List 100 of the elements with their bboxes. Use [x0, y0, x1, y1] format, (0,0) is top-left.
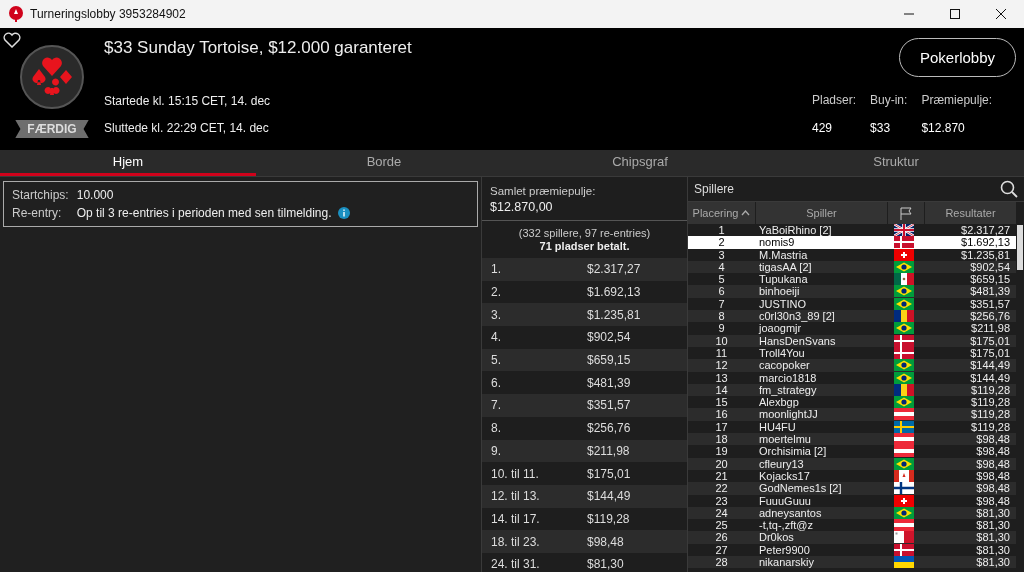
scrollbar-thumb[interactable]	[1017, 225, 1023, 270]
player-name: cacopoker	[758, 359, 811, 372]
stat-value: $12.870	[921, 121, 966, 135]
tab[interactable]: Chipsgraf	[512, 150, 768, 176]
result-cell-text: $351,57	[969, 297, 1010, 311]
result-cell-text: $98,48	[975, 457, 1010, 470]
flag-icon	[894, 519, 914, 532]
card-suits-logo	[19, 44, 85, 110]
players-summary: (332 spillere, 97 re-entries)	[518, 227, 651, 239]
stat-label: Buy-in:	[870, 93, 908, 107]
rank-cell-text: 12	[714, 359, 729, 372]
start-time: Startede kl. 15:15 CET, 14. dec	[104, 94, 271, 108]
flag-icon	[894, 285, 914, 298]
info-icon[interactable]	[337, 207, 350, 219]
rank-cell-text: 21	[714, 469, 729, 483]
stat-value: $33	[870, 121, 892, 135]
result-cell-text: $144,49	[969, 371, 1010, 384]
result-cell-text: $81,30	[975, 556, 1010, 569]
player-name: Tupukana	[758, 273, 809, 286]
flag-icon	[894, 396, 914, 409]
player-row[interactable]: 16 moonlightJJ $119,28	[688, 408, 1016, 421]
rank-cell-text: 5	[717, 273, 726, 286]
player-row[interactable]: 12 cacopoker $144,49	[688, 359, 1016, 372]
pokerlobby-button[interactable]: Pokerlobby	[898, 38, 1016, 77]
column-header[interactable]: Spiller	[756, 202, 887, 224]
player-row[interactable]: 18 moertelmu $98,48	[688, 433, 1016, 446]
tab[interactable]: Struktur	[768, 150, 1024, 176]
result-cell-text: $81,30	[975, 543, 1010, 556]
player-name: M.Mastria	[758, 248, 809, 261]
rank-cell-text: 8	[717, 310, 726, 323]
player-name: Alexbgp	[758, 396, 800, 409]
prize-amount: $1.235,81	[587, 307, 642, 322]
player-name: JUSTINO	[758, 297, 808, 311]
prize-place: 6.	[491, 375, 502, 390]
rank-cell-text: 25	[714, 519, 729, 532]
player-row[interactable]: 6 binhoeiji $481,39	[688, 285, 1016, 298]
result-cell-text: $1.692,13	[960, 236, 1010, 249]
result-cell-text: $902,54	[970, 260, 1010, 274]
result-cell-text: $119,28	[970, 420, 1010, 434]
prize-amount: $351,57	[587, 398, 632, 413]
rank-cell-text: 11	[714, 346, 729, 360]
prize-place: 7.	[491, 398, 502, 413]
prize-amount: $481,39	[587, 375, 632, 390]
rank-cell-text: 17	[714, 420, 729, 434]
rank-cell-text: 18	[714, 433, 729, 446]
player-name: c0rl30n3_89 [2]	[758, 310, 836, 323]
column-header[interactable]: Resultater	[925, 202, 1016, 224]
rank-cell-text: 9	[717, 322, 726, 335]
prize-place: 5.	[491, 353, 502, 368]
player-name: nikanarskiy	[758, 556, 816, 569]
flag-icon	[894, 531, 914, 544]
rank-cell-text: 7	[717, 297, 726, 311]
result-cell-text: $81,30	[975, 531, 1010, 544]
player-name: HU4FU	[758, 420, 797, 434]
prize-place: 9.	[491, 443, 502, 458]
result-cell-text: $659,15	[969, 273, 1010, 286]
flag-icon	[894, 322, 914, 335]
rank-cell-text: 23	[714, 494, 729, 507]
maximize-icon	[950, 9, 960, 19]
player-name: YaBoiRhino [2]	[758, 224, 833, 237]
column-header[interactable]: Placering	[688, 202, 755, 224]
player-row[interactable]: 22 GodNemes1s [2] $98,48	[688, 482, 1016, 495]
rank-cell-text: 3	[717, 248, 726, 261]
tournament-title: $33 Sunday Tortoise, $12.000 garanteret	[104, 38, 413, 58]
prize-amount: $81,30	[587, 557, 625, 572]
result-cell-text: $481,39	[969, 285, 1010, 298]
result-cell-text: $119,28	[971, 383, 1010, 397]
flag-icon	[894, 383, 914, 396]
flag-icon	[894, 310, 914, 323]
prize-amount: $1.692,13	[587, 285, 642, 300]
window-title: Turneringslobby 3953284902	[30, 7, 186, 21]
player-row[interactable]: 8 c0rl30n3_89 [2] $256,76	[688, 310, 1016, 323]
result-cell-text: $256,76	[969, 310, 1010, 323]
player-row[interactable]: 26 Dr0kos $81,30	[688, 531, 1016, 544]
rank-cell-text: 10	[714, 334, 729, 347]
flag-column-icon[interactable]	[900, 206, 912, 220]
result-cell-text: $98,48	[975, 494, 1010, 507]
close-icon	[996, 9, 1006, 19]
result-cell-text: $98,48	[975, 433, 1010, 446]
stat-value: 429	[812, 121, 834, 135]
search-icon[interactable]	[1000, 180, 1018, 198]
player-name: fm_strategy	[758, 383, 818, 397]
rank-cell-text: 20	[714, 457, 729, 470]
rank-cell-text: 15	[714, 396, 729, 409]
prize-place: 8.	[491, 421, 502, 436]
rank-cell-text: 4	[717, 260, 726, 274]
rank-cell-text: 26	[714, 531, 729, 544]
player-row[interactable]: 2 nomis9 $1.692,13	[688, 236, 1016, 249]
result-cell-text: $98,48	[975, 469, 1010, 483]
heart-icon[interactable]	[3, 32, 21, 48]
info-value: Op til 3 re-entries i perioden med sen tilmelding.	[76, 206, 332, 220]
player-row[interactable]: 28 nikanarskiy $81,30	[688, 556, 1016, 569]
tab[interactable]: Borde	[256, 150, 512, 176]
result-cell-text: $175,01	[969, 346, 1010, 360]
result-cell-text: $81,30	[975, 519, 1010, 532]
flag-icon	[894, 445, 914, 458]
prize-place: 4.	[491, 330, 502, 345]
player-name: Troll4You	[758, 346, 806, 360]
result-cell-text: $144,49	[969, 359, 1010, 372]
player-name: cfleury13	[758, 457, 805, 470]
